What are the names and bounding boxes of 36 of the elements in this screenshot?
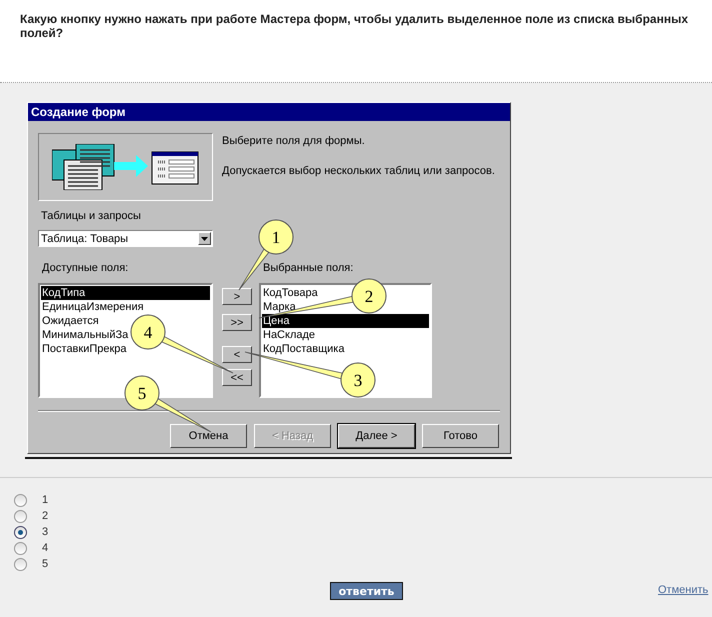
answer-label: 3 (42, 526, 48, 538)
answer-label: 4 (42, 542, 48, 554)
submit-button[interactable]: ответить (330, 582, 403, 600)
answer-radio[interactable] (14, 494, 27, 506)
dialog-title: Создание форм (28, 103, 510, 121)
wizard-button[interactable]: Далее > (338, 424, 415, 448)
field-item[interactable]: МинимальныйЗа (41, 328, 128, 342)
tables-dropdown[interactable]: Таблица: Товары (38, 230, 213, 247)
selected-fields-label: Выбранные поля: (263, 262, 354, 275)
question-text: Какую кнопку нужно нажать при работе Мастера форм, чтобы удалить выделенное поле из списка выбранных полей? (20, 12, 689, 40)
field-item[interactable]: ЕдиницаИзмерения (41, 300, 144, 314)
answer-label: 5 (42, 558, 48, 570)
answer-label: 2 (42, 510, 48, 522)
field-item[interactable]: Цена (262, 314, 429, 328)
move-field-button[interactable]: >> (222, 314, 252, 331)
field-item[interactable]: Ожидается (41, 314, 99, 328)
field-item[interactable]: ПоставкиПрекра (41, 342, 127, 356)
cancel-link[interactable]: Отменить (658, 584, 708, 596)
available-fields-label: Доступные поля: (42, 262, 130, 275)
wizard-button[interactable]: Отмена (170, 424, 247, 448)
answer-radio[interactable] (14, 542, 27, 554)
field-item[interactable]: КодТипа (41, 286, 210, 300)
move-field-button[interactable]: > (222, 288, 252, 305)
note-text: Допускается выбор нескольких таблиц или запросов. (222, 165, 495, 178)
move-field-button[interactable]: < (222, 346, 252, 363)
wizard-button[interactable]: Готово (422, 424, 499, 448)
field-item[interactable]: НаСкладе (262, 328, 316, 342)
answer-radio[interactable] (14, 526, 27, 538)
field-item[interactable]: КодТовара (262, 286, 318, 300)
callout-tooltip: 5 (124, 376, 212, 432)
instruction-text: Выберите поля для формы. (222, 135, 366, 148)
tables-label: Таблицы и запросы (41, 210, 142, 223)
answer-label: 1 (42, 494, 48, 506)
answer-radio[interactable] (14, 510, 27, 522)
answer-radio[interactable] (14, 558, 27, 570)
move-field-button[interactable]: << (222, 369, 252, 386)
